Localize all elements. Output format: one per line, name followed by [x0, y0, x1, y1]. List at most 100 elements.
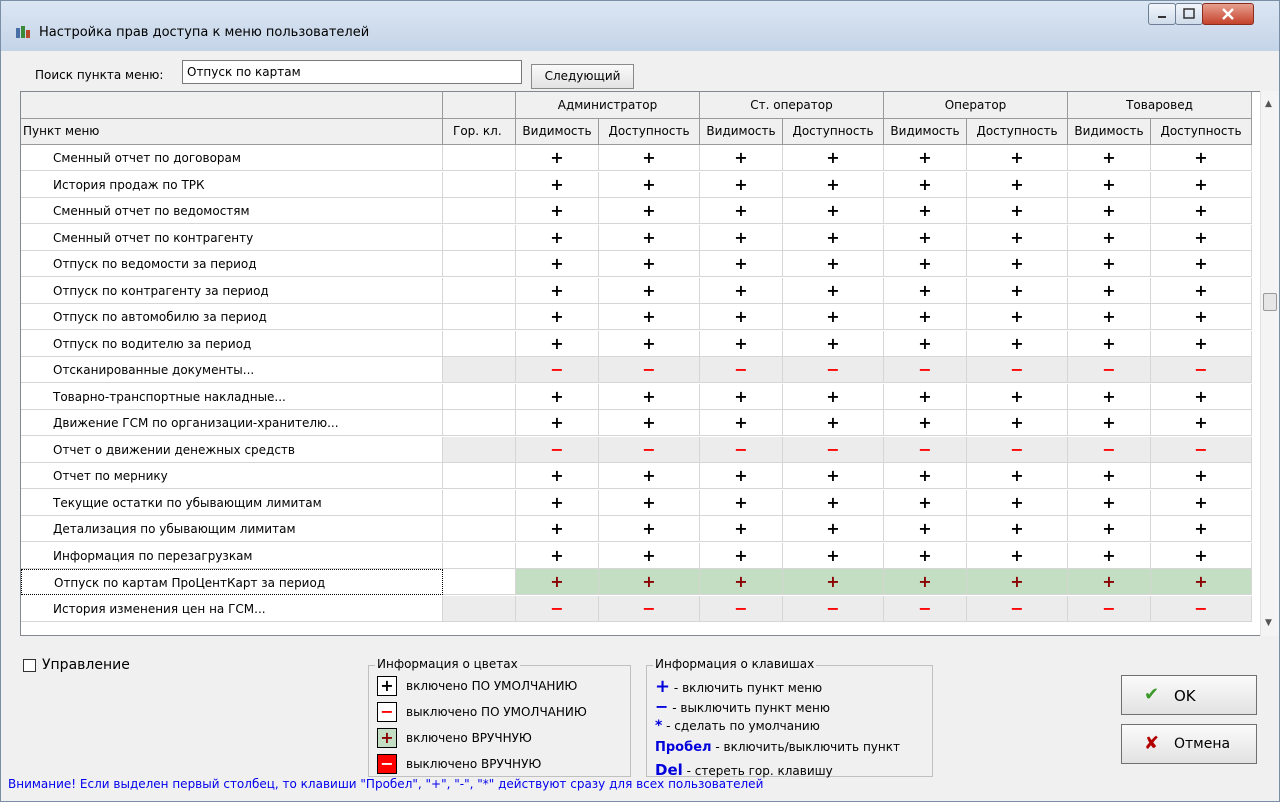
hotkey-cell[interactable] [443, 198, 516, 224]
visibility-cell[interactable]: + [516, 251, 599, 277]
access-cell[interactable]: + [599, 542, 700, 569]
visibility-cell[interactable]: + [516, 569, 599, 595]
access-cell[interactable]: + [967, 542, 1068, 569]
table-row[interactable]: Отпуск по контрагенту за период + + + + + + + + [21, 277, 1252, 304]
visibility-cell[interactable]: + [1068, 410, 1151, 436]
visibility-cell[interactable]: + [1068, 224, 1151, 251]
access-cell[interactable]: + [1151, 251, 1252, 277]
menu-item-name[interactable]: Отчет по мернику [21, 463, 443, 489]
column-header-visibility[interactable]: Видимость [516, 119, 599, 145]
access-cell[interactable]: + [1151, 171, 1252, 198]
hotkey-cell[interactable] [443, 251, 516, 277]
visibility-cell[interactable]: + [700, 383, 783, 410]
visibility-cell[interactable]: + [884, 569, 967, 595]
menu-item-name[interactable]: Движение ГСМ по организации-хранителю... [21, 410, 443, 436]
visibility-cell[interactable]: + [700, 277, 783, 304]
visibility-cell[interactable]: + [884, 410, 967, 436]
visibility-cell[interactable]: − [516, 436, 599, 463]
column-header-visibility[interactable]: Видимость [700, 119, 783, 145]
visibility-cell[interactable]: + [1068, 145, 1151, 171]
ok-button[interactable]: ✔ OK [1121, 675, 1257, 715]
access-cell[interactable]: + [967, 516, 1068, 542]
visibility-cell[interactable]: + [516, 383, 599, 410]
access-cell[interactable]: + [967, 304, 1068, 330]
hotkey-cell[interactable] [443, 383, 516, 410]
access-cell[interactable]: + [1151, 198, 1252, 224]
access-cell[interactable]: + [599, 304, 700, 330]
menu-item-name[interactable]: Товарно-транспортные накладные... [21, 383, 443, 410]
access-cell[interactable]: + [783, 569, 884, 595]
visibility-cell[interactable]: − [1068, 436, 1151, 463]
visibility-cell[interactable]: + [884, 330, 967, 357]
access-cell[interactable]: + [599, 569, 700, 595]
menu-item-name[interactable]: Отпуск по водителю за период [21, 330, 443, 357]
visibility-cell[interactable]: + [1068, 516, 1151, 542]
access-cell[interactable]: + [783, 330, 884, 357]
access-cell[interactable]: + [783, 224, 884, 251]
hotkey-cell[interactable] [443, 516, 516, 542]
access-cell[interactable]: + [783, 383, 884, 410]
access-cell[interactable]: + [599, 251, 700, 277]
visibility-cell[interactable]: + [884, 224, 967, 251]
visibility-cell[interactable]: − [884, 357, 967, 383]
visibility-cell[interactable]: + [516, 516, 599, 542]
visibility-cell[interactable]: + [516, 277, 599, 304]
cancel-button[interactable]: ✘ Отмена [1121, 724, 1257, 764]
table-row[interactable]: Отпуск по ведомости за период + + + + + + + + [21, 251, 1252, 277]
access-cell[interactable]: + [599, 145, 700, 171]
menu-item-name[interactable]: Отчет о движении денежных средств [21, 436, 443, 463]
column-header-access[interactable]: Доступность [783, 119, 884, 145]
column-header-hotkey[interactable]: Гор. кл. [443, 119, 516, 145]
visibility-cell[interactable]: + [1068, 171, 1151, 198]
access-cell[interactable]: + [967, 410, 1068, 436]
access-cell[interactable]: + [967, 224, 1068, 251]
access-cell[interactable]: + [1151, 145, 1252, 171]
scroll-thumb[interactable] [1263, 293, 1277, 311]
access-cell[interactable]: − [783, 357, 884, 383]
menu-item-name[interactable]: Отпуск по картам ПроЦентКарт за период [21, 569, 443, 595]
visibility-cell[interactable]: − [516, 357, 599, 383]
vertical-scrollbar[interactable]: ▲ ▼ [1260, 91, 1279, 636]
visibility-cell[interactable]: + [700, 542, 783, 569]
access-cell[interactable]: + [967, 277, 1068, 304]
menu-item-name[interactable]: Отпуск по контрагенту за период [21, 277, 443, 304]
access-cell[interactable]: + [967, 251, 1068, 277]
visibility-cell[interactable]: + [884, 251, 967, 277]
visibility-cell[interactable]: + [884, 463, 967, 489]
access-cell[interactable]: + [967, 463, 1068, 489]
visibility-cell[interactable]: + [884, 542, 967, 569]
access-cell[interactable]: + [599, 224, 700, 251]
access-cell[interactable]: + [599, 489, 700, 516]
visibility-cell[interactable]: + [700, 251, 783, 277]
visibility-cell[interactable]: + [700, 516, 783, 542]
visibility-cell[interactable]: + [700, 463, 783, 489]
table-row[interactable]: Движение ГСМ по организации-хранителю...… [21, 410, 1252, 436]
visibility-cell[interactable]: + [516, 542, 599, 569]
minimize-button[interactable] [1148, 3, 1176, 25]
hotkey-cell[interactable] [443, 330, 516, 357]
access-cell[interactable]: + [783, 251, 884, 277]
access-cell[interactable]: + [967, 489, 1068, 516]
scroll-up-icon[interactable]: ▲ [1265, 99, 1272, 109]
hotkey-cell[interactable] [443, 171, 516, 198]
visibility-cell[interactable]: + [700, 410, 783, 436]
visibility-cell[interactable]: + [700, 569, 783, 595]
visibility-cell[interactable]: − [884, 595, 967, 622]
access-cell[interactable]: + [783, 516, 884, 542]
visibility-cell[interactable]: + [1068, 304, 1151, 330]
hotkey-cell[interactable] [443, 145, 516, 171]
visibility-cell[interactable]: + [884, 277, 967, 304]
access-cell[interactable]: − [967, 595, 1068, 622]
visibility-cell[interactable]: + [1068, 383, 1151, 410]
table-row[interactable]: Отчет по мернику + + + + + + + + [21, 463, 1252, 489]
visibility-cell[interactable]: − [700, 595, 783, 622]
visibility-cell[interactable]: − [1068, 357, 1151, 383]
table-row[interactable]: Информация по перезагрузкам + + + + + + + + [21, 542, 1252, 569]
scroll-down-icon[interactable]: ▼ [1265, 618, 1272, 628]
visibility-cell[interactable]: + [516, 330, 599, 357]
table-row[interactable]: Сменный отчет по ведомостям + + + + + + + + [21, 198, 1252, 224]
table-row[interactable]: Отпуск по автомобилю за период + + + + + + + + [21, 304, 1252, 330]
access-cell[interactable]: − [1151, 595, 1252, 622]
access-cell[interactable]: − [1151, 357, 1252, 383]
hotkey-cell[interactable] [443, 436, 516, 463]
